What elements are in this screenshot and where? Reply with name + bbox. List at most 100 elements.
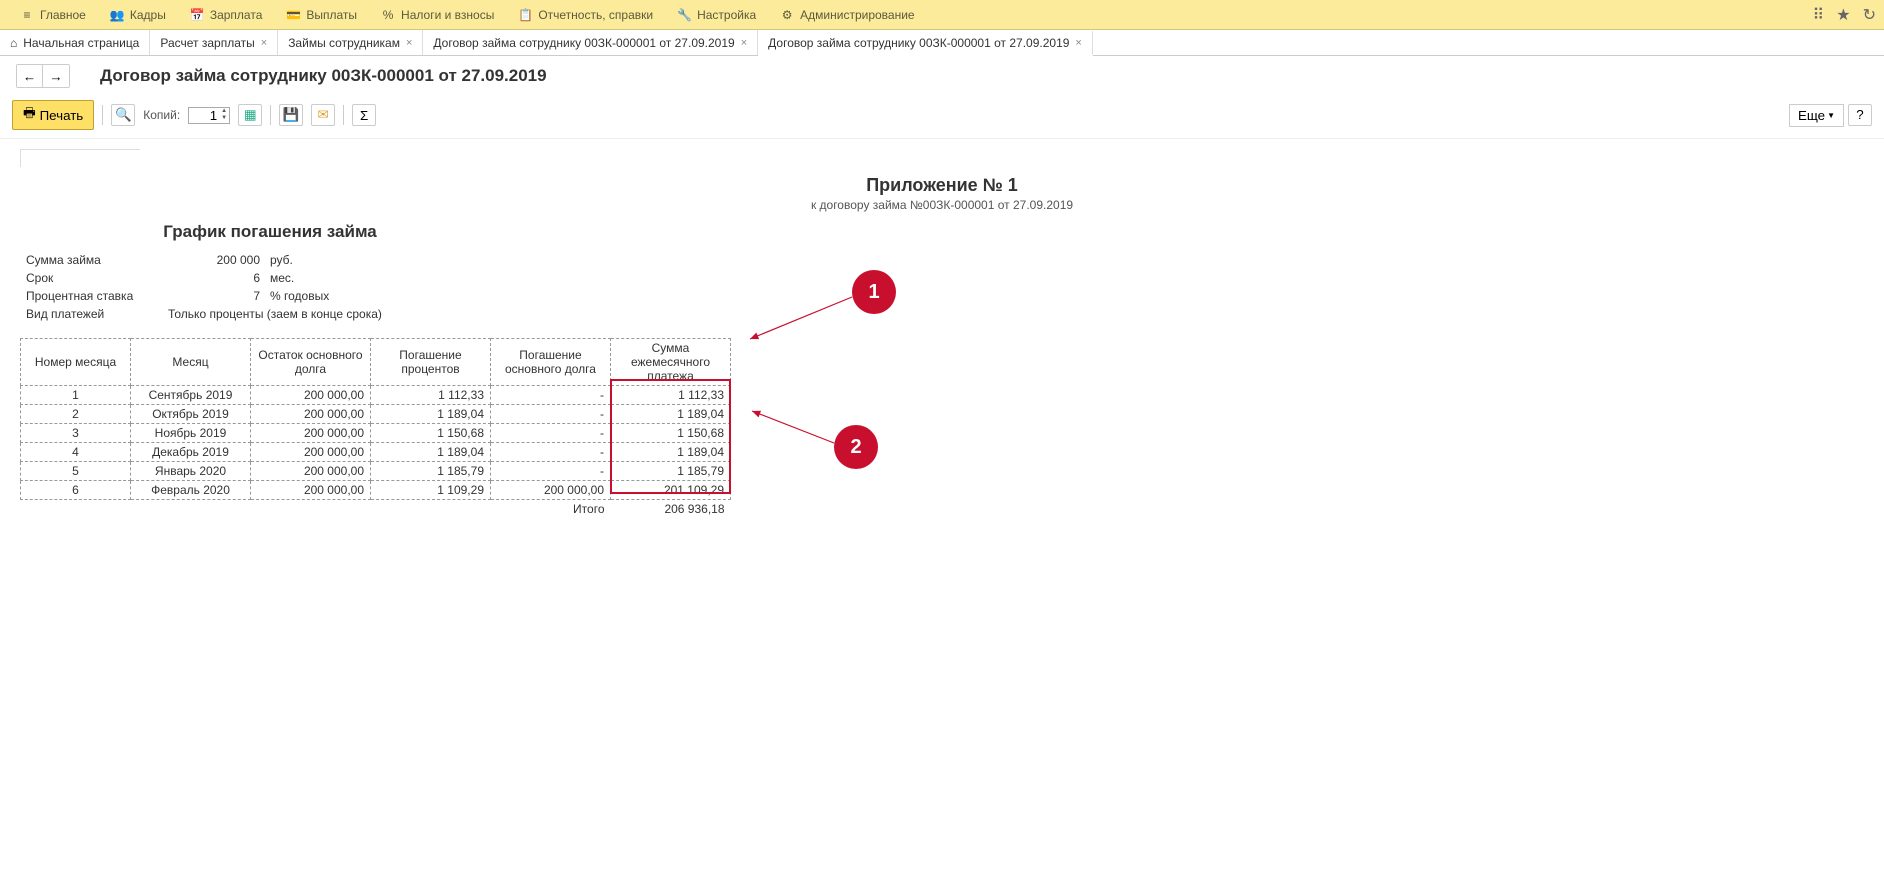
cell-num-2: 3 [21,424,131,443]
tab-label-1: Расчет зарплаты [160,36,254,50]
menu-item-2[interactable]: 📅 Зарплата [178,0,275,29]
tab-0[interactable]: ⌂ Начальная страница [0,30,150,55]
menu-label-0: Главное [40,8,86,22]
cell-month-3: Декабрь 2019 [131,443,251,462]
menu-icon-1: 👥 [110,8,124,22]
tab-close-2[interactable]: × [406,37,412,49]
sum-button[interactable]: Σ [352,104,376,126]
cell-num-0: 1 [21,386,131,405]
info-label-1: Срок [22,270,162,286]
tab-home-icon: ⌂ [10,36,17,50]
total-value: 206 936,18 [611,500,731,519]
copies-input[interactable] [189,108,219,123]
menu-item-5[interactable]: 📋 Отчетность, справки [506,0,665,29]
favorite-icon[interactable]: ★ [1836,5,1850,25]
col-header-3: Погашение процентов [371,339,491,386]
more-button[interactable]: Еще▼ [1789,104,1844,127]
menu-icon-2: 📅 [190,8,204,22]
info-label-2: Процентная ставка [22,288,162,304]
email-icon: ✉ [318,107,329,123]
menu-icon-3: 💳 [286,8,300,22]
schedule-table: Номер месяцаМесяцОстаток основного долга… [20,338,731,518]
cell-month-0: Сентябрь 2019 [131,386,251,405]
cell-rest-5: 200 000,00 [251,481,371,500]
menu-item-3[interactable]: 💳Выплаты [274,0,369,29]
tab-close-4[interactable]: × [1075,37,1081,49]
cell-main-0: - [491,386,611,405]
menu-item-0[interactable]: ≡Главное [8,0,98,29]
menu-item-4[interactable]: %Налоги и взносы [369,0,506,29]
tab-close-1[interactable]: × [261,37,267,49]
table-row: 2 Октябрь 2019 200 000,00 1 189,04 - 1 1… [21,405,731,424]
nav-back-button[interactable]: ← [17,65,43,87]
save-icon: 💾 [283,107,300,123]
cell-month-1: Октябрь 2019 [131,405,251,424]
cell-sum-4: 1 185,79 [611,462,731,481]
table-row: 6 Февраль 2020 200 000,00 1 109,29 200 0… [21,481,731,500]
preview-button[interactable]: 🔍 [111,104,135,126]
tab-close-3[interactable]: × [741,37,747,49]
tab-bar: ⌂Начальная страницаРасчет зарплаты×Займы… [0,30,1884,56]
cell-rest-0: 200 000,00 [251,386,371,405]
menu-label-6: Настройка [697,8,756,22]
cell-sum-3: 1 189,04 [611,443,731,462]
cell-month-2: Ноябрь 2019 [131,424,251,443]
col-header-4: Погашение основного долга [491,339,611,386]
nav-history: ← → [16,64,70,88]
menu-label-7: Администрирование [800,8,914,22]
tab-3[interactable]: Договор займа сотруднику 00ЗК-000001 от … [423,30,758,55]
menu-item-7[interactable]: ⚙ Администрирование [768,0,926,29]
cell-sum-0: 1 112,33 [611,386,731,405]
print-button[interactable]: 🖶 Печать [12,100,94,130]
cell-main-1: - [491,405,611,424]
menu-icon-7: ⚙ [780,8,794,22]
table-row: 3 Ноябрь 2019 200 000,00 1 150,68 - 1 15… [21,424,731,443]
help-button[interactable]: ? [1848,104,1872,126]
menu-label-5: Отчетность, справки [538,8,653,22]
info-unit-2: % годовых [266,288,386,304]
tab-label-0: Начальная страница [23,36,139,50]
edit-button[interactable]: ▦ [238,104,262,126]
menu-item-6[interactable]: 🔧Настройка [665,0,768,29]
copies-down[interactable]: ▼ [219,115,229,122]
info-value-2: 7 [164,288,264,304]
nav-forward-button[interactable]: → [43,65,69,87]
col-header-2: Остаток основного долга [251,339,371,386]
col-header-0: Номер месяца [21,339,131,386]
cell-perc-0: 1 112,33 [371,386,491,405]
menu-label-1: Кадры [130,8,166,22]
cell-perc-3: 1 189,04 [371,443,491,462]
loan-info: Сумма займа200 000руб.Срок6мес.Процентна… [20,250,388,324]
cell-perc-1: 1 189,04 [371,405,491,424]
col-header-5: Сумма ежемесячного платежа [611,339,731,386]
copies-label: Копий: [143,108,180,122]
edit-icon: ▦ [244,107,257,123]
document-area: Приложение № 1 к договору займа №00ЗК-00… [0,139,1884,531]
cell-num-5: 6 [21,481,131,500]
total-label: Итого [491,500,611,519]
copies-up[interactable]: ▲ [219,108,229,115]
cell-sum-5: 201 109,29 [611,481,731,500]
copies-input-wrap: ▲ ▼ [188,107,230,124]
email-button[interactable]: ✉ [311,104,335,126]
info-value-0: 200 000 [164,252,264,268]
tab-1[interactable]: Расчет зарплаты × [150,30,278,55]
cell-num-1: 2 [21,405,131,424]
menu-icon-4: % [381,8,395,22]
apps-icon[interactable]: ⠿ [1813,5,1825,25]
menu-icon-5: 📋 [518,8,532,22]
sigma-icon: Σ [360,108,368,123]
cell-perc-2: 1 150,68 [371,424,491,443]
table-row: 1 Сентябрь 2019 200 000,00 1 112,33 - 1 … [21,386,731,405]
cell-sum-1: 1 189,04 [611,405,731,424]
cell-rest-3: 200 000,00 [251,443,371,462]
tab-4[interactable]: Договор займа сотруднику 00ЗК-000001 от … [758,31,1093,56]
menu-label-2: Зарплата [210,8,263,22]
history-icon[interactable]: ↻ [1863,5,1876,25]
tab-label-3: Договор займа сотруднику 00ЗК-000001 от … [433,36,734,50]
save-button[interactable]: 💾 [279,104,303,126]
menu-item-1[interactable]: 👥 Кадры [98,0,178,29]
info-unit-0: руб. [266,252,386,268]
tab-2[interactable]: Займы сотрудникам× [278,30,423,55]
cell-sum-2: 1 150,68 [611,424,731,443]
